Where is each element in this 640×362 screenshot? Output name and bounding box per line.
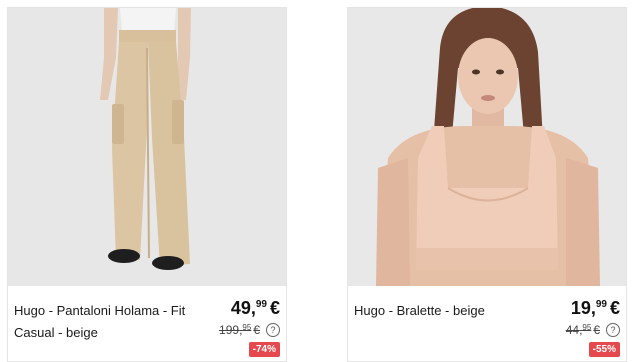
discount-badge: -74% bbox=[248, 342, 280, 357]
product-image[interactable] bbox=[348, 8, 626, 286]
old-price: 44,95 € bbox=[565, 323, 600, 337]
product-info: Hugo - Bralette - beige 19,99 € 44,95 € ? … bbox=[348, 286, 626, 361]
product-name[interactable]: Hugo - Pantaloni Holama - Fit Casual - b… bbox=[14, 300, 194, 344]
old-price: 199,95 € bbox=[219, 323, 260, 337]
product-info: Hugo - Pantaloni Holama - Fit Casual - b… bbox=[8, 286, 286, 361]
product-image[interactable] bbox=[8, 8, 286, 286]
product-photo-bralette bbox=[348, 8, 626, 286]
product-photo-pants bbox=[8, 8, 286, 286]
old-price-row: 44,95 € ? bbox=[566, 323, 620, 337]
discount-badge: -55% bbox=[588, 342, 620, 357]
product-card[interactable]: Hugo - Pantaloni Holama - Fit Casual - b… bbox=[7, 7, 287, 362]
current-price: 49,99 € bbox=[230, 298, 280, 318]
product-card[interactable]: Hugo - Bralette - beige 19,99 € 44,95 € ? … bbox=[347, 7, 627, 362]
current-price: 19,99 € bbox=[570, 298, 620, 318]
product-name[interactable]: Hugo - Bralette - beige bbox=[354, 300, 534, 322]
old-price-row: 199,95 € ? bbox=[219, 323, 280, 337]
question-icon[interactable]: ? bbox=[606, 323, 620, 337]
question-icon[interactable]: ? bbox=[266, 323, 280, 337]
